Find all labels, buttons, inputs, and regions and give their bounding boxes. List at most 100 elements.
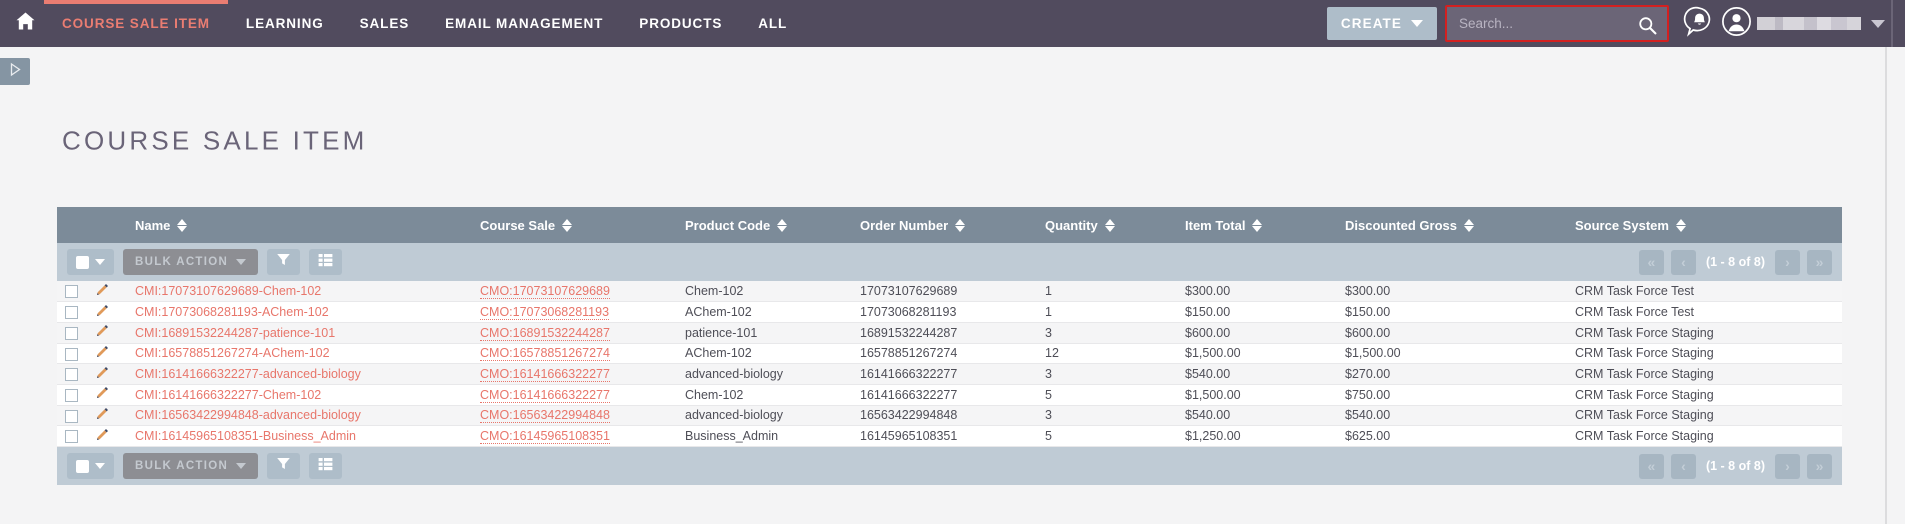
sort-arrows-icon[interactable] xyxy=(1104,218,1115,232)
row-checkbox[interactable] xyxy=(65,306,78,320)
name-link[interactable]: CMI:16141666322277-advanced-biology xyxy=(135,367,361,381)
column-header-quantity[interactable]: Quantity xyxy=(1037,207,1177,243)
nav-item-learning[interactable]: LEARNING xyxy=(228,0,342,47)
name-link[interactable]: CMI:16578851267274-AChem-102 xyxy=(135,346,330,360)
column-header-course-sale[interactable]: Course Sale xyxy=(472,207,677,243)
name-link[interactable]: CMI:16145965108351-Business_Admin xyxy=(135,429,356,443)
column-chooser-button-bottom[interactable] xyxy=(309,453,343,479)
pagination-last-button[interactable]: » xyxy=(1807,249,1832,275)
edit-pencil-icon[interactable] xyxy=(95,428,109,445)
sort-arrows-icon[interactable] xyxy=(177,218,188,232)
pagination-next-button-bottom[interactable]: › xyxy=(1775,453,1800,479)
cell-name: CMI:16891532244287-patience-101 xyxy=(127,322,472,344)
pagination-first-button[interactable]: « xyxy=(1638,249,1664,275)
pagination-last-button-bottom[interactable]: » xyxy=(1807,453,1832,479)
row-checkbox[interactable] xyxy=(65,430,78,444)
course-sale-link[interactable]: CMO:16891532244287 xyxy=(480,325,610,341)
name-link[interactable]: CMI:16141666322277-Chem-102 xyxy=(135,388,321,402)
cell-name: CMI:16563422994848-advanced-biology xyxy=(127,405,472,427)
course-sale-item-list: Name Course Sale Product Code Order Numb… xyxy=(57,207,1842,485)
row-checkbox[interactable] xyxy=(65,285,78,299)
select-all-dropdown[interactable] xyxy=(67,249,114,275)
column-header-label: Product Code xyxy=(685,217,771,233)
sort-arrows-icon[interactable] xyxy=(1463,218,1474,232)
header-checkbox-col xyxy=(57,207,87,243)
vertical-scrollbar-track[interactable] xyxy=(1885,47,1887,524)
cell-quantity: 3 xyxy=(1037,322,1177,344)
column-header-product-code[interactable]: Product Code xyxy=(677,207,852,243)
pagination-prev-button-bottom[interactable]: ‹ xyxy=(1670,453,1696,479)
cell-item-total: $540.00 xyxy=(1177,405,1337,427)
course-sale-link[interactable]: CMO:16145965108351 xyxy=(480,429,610,445)
cell-product-code: AChem-102 xyxy=(677,343,852,365)
column-chooser-button[interactable] xyxy=(309,249,343,275)
course-sale-link[interactable]: CMO:16563422994848 xyxy=(480,408,610,424)
column-header-order-number[interactable]: Order Number xyxy=(852,207,1037,243)
create-button[interactable]: CREATE xyxy=(1326,7,1437,40)
nav-item-email-management[interactable]: EMAIL MANAGEMENT xyxy=(427,0,621,47)
pagination-next-button[interactable]: › xyxy=(1775,249,1800,275)
course-sale-link[interactable]: CMO:16141666322277 xyxy=(480,387,610,403)
pagination-first-button-bottom[interactable]: « xyxy=(1638,453,1664,479)
cell-product-code: advanced-biology xyxy=(677,363,852,385)
home-button[interactable] xyxy=(0,11,44,36)
nav-item-course-sale-item[interactable]: COURSE SALE ITEM xyxy=(44,0,228,47)
expand-sidebar-icon xyxy=(8,62,22,82)
filter-button-bottom[interactable] xyxy=(267,453,301,479)
cell-course-sale: CMO:16891532244287 xyxy=(472,322,677,344)
sort-arrows-icon[interactable] xyxy=(777,218,788,232)
notifications-button[interactable] xyxy=(1683,5,1716,43)
pagination-prev-button[interactable]: ‹ xyxy=(1670,249,1696,275)
sort-arrows-icon[interactable] xyxy=(562,218,573,232)
sidebar-toggle-button[interactable] xyxy=(0,58,30,85)
cell-order-number: 17073107629689 xyxy=(852,281,1037,303)
user-menu-chevron-down-icon[interactable] xyxy=(1871,19,1885,28)
edit-pencil-icon[interactable] xyxy=(95,283,109,300)
sort-arrows-icon[interactable] xyxy=(1252,218,1263,232)
edit-pencil-icon[interactable] xyxy=(95,386,109,403)
course-sale-link[interactable]: CMO:17073068281193 xyxy=(480,305,610,321)
user-menu-button[interactable] xyxy=(1720,5,1753,43)
column-header-name[interactable]: Name xyxy=(127,207,472,243)
row-checkbox[interactable] xyxy=(65,368,78,382)
cell-quantity: 3 xyxy=(1037,405,1177,427)
row-checkbox[interactable] xyxy=(65,326,78,340)
column-chooser-icon xyxy=(318,457,333,476)
name-link[interactable]: CMI:17073068281193-AChem-102 xyxy=(135,305,329,319)
column-header-item-total[interactable]: Item Total xyxy=(1177,207,1337,243)
search-box[interactable] xyxy=(1445,5,1669,42)
row-checkbox[interactable] xyxy=(65,388,78,402)
row-checkbox[interactable] xyxy=(65,409,78,423)
nav-item-products[interactable]: PRODUCTS xyxy=(621,0,740,47)
row-edit-cell xyxy=(87,405,127,427)
search-input[interactable] xyxy=(1447,7,1667,40)
sort-arrows-icon[interactable] xyxy=(955,218,966,232)
course-sale-link[interactable]: CMO:17073107629689 xyxy=(480,284,610,300)
edit-pencil-icon[interactable] xyxy=(95,304,109,321)
filter-button[interactable] xyxy=(267,249,301,275)
row-checkbox-cell xyxy=(57,405,87,427)
nav-right-controls: CREATE xyxy=(1326,0,1905,47)
cell-product-code: Chem-102 xyxy=(677,281,852,303)
edit-pencil-icon[interactable] xyxy=(95,366,109,383)
edit-pencil-icon[interactable] xyxy=(95,407,109,424)
bulk-action-button-bottom[interactable]: BULK ACTION xyxy=(123,453,259,479)
nav-item-sales[interactable]: SALES xyxy=(342,0,428,47)
name-link[interactable]: CMI:17073107629689-Chem-102 xyxy=(135,284,321,298)
nav-item-all[interactable]: ALL xyxy=(740,0,805,47)
column-header-source-system[interactable]: Source System xyxy=(1567,207,1842,243)
table-row: CMI:16563422994848-advanced-biology CMO:1… xyxy=(57,405,1842,427)
chevron-down-icon xyxy=(236,463,247,469)
sort-arrows-icon[interactable] xyxy=(1675,218,1686,232)
bulk-action-button[interactable]: BULK ACTION xyxy=(123,249,259,275)
edit-pencil-icon[interactable] xyxy=(95,324,109,341)
select-all-dropdown-bottom[interactable] xyxy=(67,453,114,479)
name-link[interactable]: CMI:16891532244287-patience-101 xyxy=(135,326,335,340)
edit-pencil-icon[interactable] xyxy=(95,345,109,362)
column-header-discounted-gross[interactable]: Discounted Gross xyxy=(1337,207,1567,243)
row-checkbox[interactable] xyxy=(65,347,78,361)
name-link[interactable]: CMI:16563422994848-advanced-biology xyxy=(135,408,361,422)
column-header-label: Item Total xyxy=(1185,217,1246,233)
course-sale-link[interactable]: CMO:16141666322277 xyxy=(480,367,610,383)
course-sale-link[interactable]: CMO:16578851267274 xyxy=(480,346,610,362)
